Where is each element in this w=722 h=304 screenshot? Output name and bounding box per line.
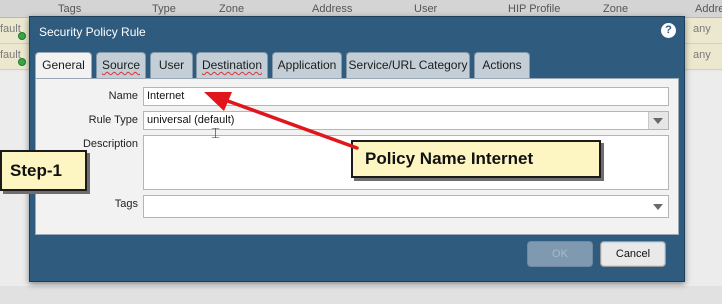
column-header: Tags: [58, 3, 82, 15]
chevron-down-icon: [653, 118, 663, 124]
step-callout: Step-1: [0, 150, 87, 191]
rule-type-select[interactable]: universal (default): [143, 111, 669, 130]
text-cursor-icon: ⌶: [211, 125, 221, 142]
rule-type-label: Rule Type: [88, 114, 138, 126]
tab-label: General: [42, 58, 85, 72]
tab-destination[interactable]: Destination: [196, 52, 268, 78]
row-zone-text: any: [693, 49, 711, 61]
rule-type-value: universal (default): [147, 114, 235, 126]
tab-label: Source: [101, 58, 141, 72]
column-header: Zone: [219, 3, 245, 15]
tab-label: User: [158, 58, 185, 72]
column-header: Addre: [695, 3, 722, 15]
description-label: Description: [82, 138, 138, 150]
column-header: HIP Profile: [508, 3, 561, 15]
help-icon[interactable]: ?: [661, 23, 676, 38]
column-header: Address: [312, 3, 353, 15]
tab-user[interactable]: User: [150, 52, 193, 78]
name-label: Name: [108, 90, 138, 102]
row-zone-text: any: [693, 23, 711, 35]
chevron-down-icon: [653, 204, 663, 210]
tab-service-url-category[interactable]: Service/URL Category: [346, 52, 470, 78]
status-icon: [18, 32, 26, 40]
tags-label: Tags: [114, 198, 138, 210]
tab-application[interactable]: Application: [272, 52, 342, 78]
tags-select[interactable]: [143, 195, 669, 218]
column-header: Type: [152, 3, 176, 15]
column-header: Zone: [603, 3, 629, 15]
policy-name-callout: Policy Name Internet: [351, 140, 601, 178]
name-field[interactable]: Internet: [143, 87, 669, 106]
tab-label: Actions: [482, 58, 522, 72]
ok-button[interactable]: OK: [527, 241, 593, 267]
tab-label: Destination: [201, 58, 263, 72]
tab-general[interactable]: General: [35, 52, 92, 80]
tab-source[interactable]: Source: [96, 52, 146, 78]
tab-actions[interactable]: Actions: [474, 52, 530, 78]
background-footer: [0, 286, 722, 304]
column-header: User: [414, 3, 438, 15]
cancel-button[interactable]: Cancel: [600, 241, 666, 267]
tab-label: Service/URL Category: [348, 58, 468, 72]
tab-label: Application: [277, 58, 337, 72]
dialog-title: Security Policy Rule: [39, 25, 146, 39]
status-icon: [18, 58, 26, 66]
